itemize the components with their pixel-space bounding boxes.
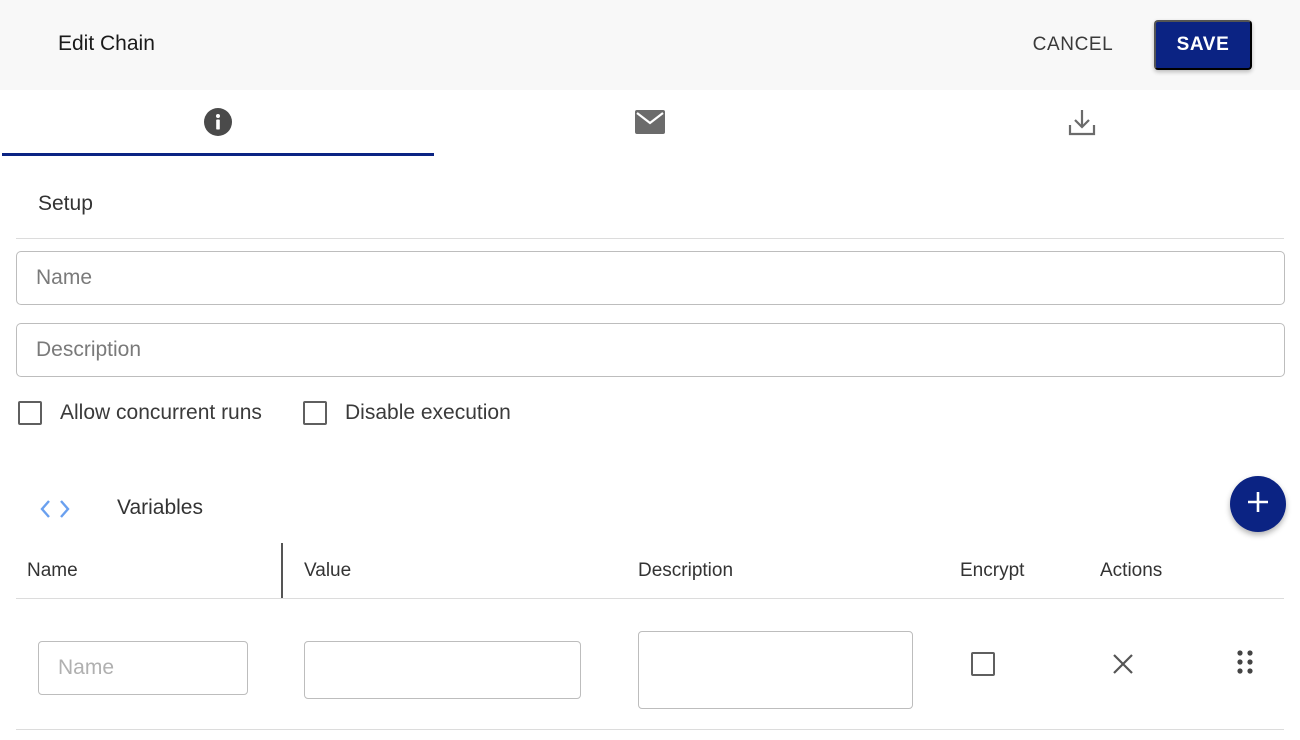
column-header-encrypt: Encrypt — [960, 560, 1025, 581]
allow-concurrent-runs-label: Allow concurrent runs — [60, 401, 262, 424]
variable-name-input[interactable] — [38, 641, 248, 695]
encrypt-checkbox[interactable] — [971, 652, 995, 676]
drag-handle-icon[interactable] — [1232, 647, 1258, 677]
table-header-divider — [16, 598, 1284, 599]
disable-execution-checkbox[interactable] — [303, 401, 327, 425]
add-icon — [1246, 490, 1270, 519]
variable-description-input[interactable] — [638, 631, 913, 709]
code-brackets-icon — [38, 496, 72, 522]
close-icon[interactable] — [1108, 649, 1138, 679]
column-header-actions: Actions — [1100, 560, 1163, 581]
dialog-header: Edit Chain CANCEL SAVE — [0, 0, 1300, 90]
disable-execution-label: Disable execution — [345, 401, 511, 424]
page-title: Edit Chain — [58, 32, 155, 55]
add-variable-button[interactable] — [1230, 476, 1286, 532]
name-field[interactable] — [16, 251, 1285, 305]
column-header-value: Value — [304, 560, 352, 581]
column-header-description: Description — [638, 560, 734, 581]
setup-divider — [16, 238, 1284, 239]
column-resize-handle[interactable] — [281, 543, 283, 598]
description-field[interactable] — [16, 323, 1285, 377]
variable-value-input[interactable] — [304, 641, 581, 699]
setup-section-title: Setup — [38, 192, 93, 215]
tab-email[interactable] — [434, 92, 866, 156]
variables-section-title: Variables — [117, 496, 203, 519]
save-button[interactable]: SAVE — [1154, 20, 1252, 70]
tab-info[interactable] — [2, 92, 434, 156]
allow-concurrent-runs-checkbox[interactable] — [18, 401, 42, 425]
download-icon — [1068, 108, 1096, 141]
cancel-button[interactable]: CANCEL — [1016, 22, 1130, 68]
active-tab-indicator — [2, 153, 434, 156]
column-header-name: Name — [27, 560, 78, 581]
info-icon — [203, 107, 233, 142]
tab-export[interactable] — [866, 92, 1298, 156]
mail-icon — [635, 109, 665, 139]
table-row-divider — [16, 729, 1284, 730]
